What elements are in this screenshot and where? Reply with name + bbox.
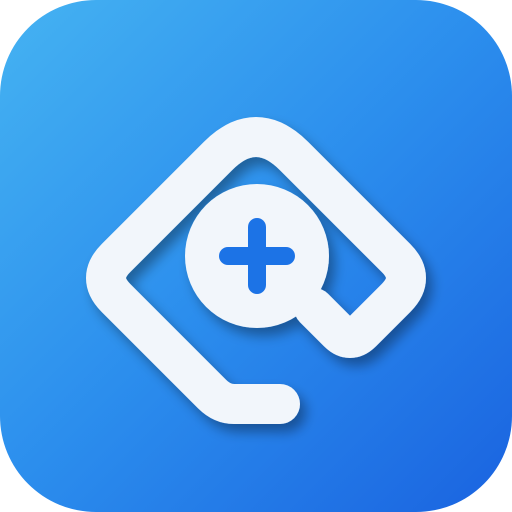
app-icon [0, 0, 512, 512]
app-icon-graphic [0, 0, 512, 512]
